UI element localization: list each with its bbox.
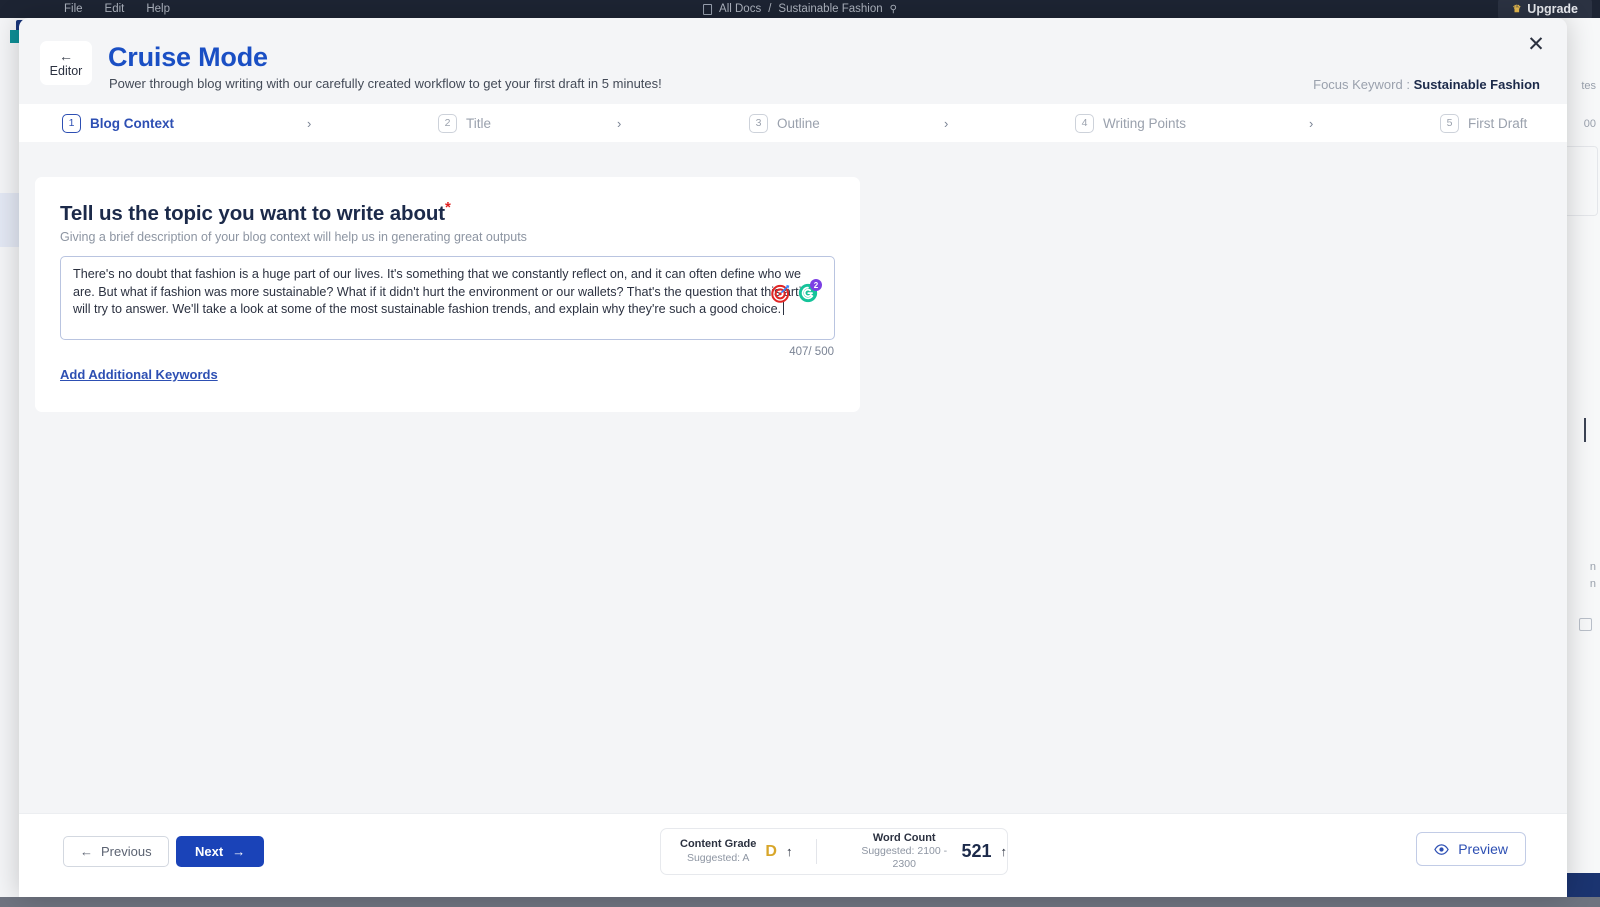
modal-header: ← Editor Cruise Mode Power through blog … xyxy=(19,18,1567,104)
menubar-menus: File Edit Help xyxy=(64,3,170,15)
step-outline[interactable]: 3 Outline xyxy=(749,114,820,133)
step-first-draft[interactable]: 5 First Draft xyxy=(1440,114,1527,133)
stepper: 1 Blog Context › 2 Title › 3 Outline › 4… xyxy=(19,104,1567,142)
required-asterisk: * xyxy=(445,199,451,216)
blog-context-value: There's no doubt that fashion is a huge … xyxy=(73,266,823,319)
chevron-right-icon: › xyxy=(617,116,621,131)
blog-context-card: Tell us the topic you want to write abou… xyxy=(35,177,860,412)
focus-keyword-label: Focus Keyword : xyxy=(1313,77,1410,92)
text-caret xyxy=(783,302,784,315)
back-to-editor-button[interactable]: ← Editor xyxy=(40,41,92,85)
content-grade-title: Content Grade xyxy=(680,838,756,852)
back-to-editor-label: Editor xyxy=(50,64,83,78)
stats-divider xyxy=(816,839,817,864)
right-panel-word-2: n xyxy=(1590,578,1596,590)
step-title[interactable]: 2 Title xyxy=(438,114,491,133)
step-label: Blog Context xyxy=(90,116,174,131)
grammarly-icon[interactable]: 2 xyxy=(798,283,818,303)
card-heading-text: Tell us the topic you want to write abou… xyxy=(60,202,445,225)
back-arrow-icon: ← xyxy=(59,49,73,63)
step-blog-context[interactable]: 1 Blog Context xyxy=(62,114,174,133)
step-number: 2 xyxy=(438,114,457,133)
arrow-up-icon: ↑ xyxy=(1001,844,1008,859)
modal-body: Tell us the topic you want to write abou… xyxy=(19,142,1567,813)
next-label: Next xyxy=(195,844,223,859)
chevron-right-icon: › xyxy=(944,116,948,131)
content-grade-stat: Content Grade Suggested: A D ↑ xyxy=(680,838,792,865)
menu-edit[interactable]: Edit xyxy=(105,3,125,15)
next-button[interactable]: Next → xyxy=(176,836,264,867)
right-panel-square-icon xyxy=(1579,618,1592,631)
share-icon[interactable]: ⚲ xyxy=(890,4,897,15)
arrow-right-icon: → xyxy=(232,844,245,859)
step-number: 4 xyxy=(1075,114,1094,133)
app-bottom-strip xyxy=(0,897,1600,907)
step-label: Outline xyxy=(777,116,820,131)
target-icon[interactable] xyxy=(771,283,791,303)
right-panel-number-label: 00 xyxy=(1584,118,1596,130)
crown-icon: ♛ xyxy=(1512,4,1521,15)
document-icon xyxy=(703,4,712,15)
preview-label: Preview xyxy=(1458,841,1508,857)
breadcrumb-separator: / xyxy=(768,3,771,15)
right-panel-word-1: n xyxy=(1590,561,1596,573)
card-heading: Tell us the topic you want to write abou… xyxy=(60,199,451,226)
breadcrumb-doc-name[interactable]: Sustainable Fashion xyxy=(778,3,882,15)
focus-keyword: Focus Keyword : Sustainable Fashion xyxy=(1313,77,1540,92)
right-panel-notes-label: tes xyxy=(1581,80,1596,92)
close-icon[interactable]: ✕ xyxy=(1523,31,1549,57)
menu-file[interactable]: File xyxy=(64,3,83,15)
focus-keyword-value: Sustainable Fashion xyxy=(1414,77,1540,92)
previous-label: Previous xyxy=(101,844,152,859)
word-count-stat: Word Count Suggested: 2100 - 2300 521 ↑ xyxy=(856,832,1007,872)
step-number: 1 xyxy=(62,114,81,133)
app-menubar: File Edit Help All Docs / Sustainable Fa… xyxy=(0,0,1600,18)
page-subtitle: Power through blog writing with our care… xyxy=(109,76,662,91)
word-count-value: 521 xyxy=(961,841,991,862)
word-count-title: Word Count xyxy=(856,832,952,846)
eye-icon xyxy=(1434,842,1449,857)
arrow-up-icon: ↑ xyxy=(786,844,793,859)
content-grade-suggested: Suggested: A xyxy=(680,852,756,865)
modal-footer: ← Previous Next → Content Grade Suggeste… xyxy=(19,813,1567,897)
right-panel-divider xyxy=(1584,418,1586,442)
preview-button[interactable]: Preview xyxy=(1416,832,1526,866)
chevron-right-icon: › xyxy=(307,116,311,131)
blog-context-text: There's no doubt that fashion is a huge … xyxy=(73,267,818,316)
step-number: 3 xyxy=(749,114,768,133)
step-label: First Draft xyxy=(1468,116,1527,131)
blog-context-input[interactable]: There's no doubt that fashion is a huge … xyxy=(60,256,835,340)
chevron-right-icon: › xyxy=(1309,116,1313,131)
cruise-mode-modal: ← Editor Cruise Mode Power through blog … xyxy=(19,18,1567,897)
card-subheading: Giving a brief description of your blog … xyxy=(60,230,527,244)
previous-button[interactable]: ← Previous xyxy=(63,836,169,867)
stats-bar: Content Grade Suggested: A D ↑ Word Coun… xyxy=(660,828,1008,875)
arrow-left-icon: ← xyxy=(80,844,93,859)
upgrade-button[interactable]: ♛ Upgrade xyxy=(1498,0,1592,20)
page-title: Cruise Mode xyxy=(108,42,268,73)
step-label: Writing Points xyxy=(1103,116,1186,131)
word-count-suggested: Suggested: 2100 - 2300 xyxy=(856,845,952,871)
add-additional-keywords-link[interactable]: Add Additional Keywords xyxy=(60,367,218,382)
upgrade-label: Upgrade xyxy=(1527,2,1578,16)
step-writing-points[interactable]: 4 Writing Points xyxy=(1075,114,1186,133)
breadcrumb: All Docs / Sustainable Fashion ⚲ xyxy=(703,3,897,15)
step-number: 5 xyxy=(1440,114,1459,133)
step-label: Title xyxy=(466,116,491,131)
breadcrumb-all-docs[interactable]: All Docs xyxy=(719,3,761,15)
menu-help[interactable]: Help xyxy=(146,3,170,15)
character-counter: 407/ 500 xyxy=(789,346,834,358)
content-grade-value: D xyxy=(765,843,777,861)
grammarly-badge: 2 xyxy=(810,279,822,291)
